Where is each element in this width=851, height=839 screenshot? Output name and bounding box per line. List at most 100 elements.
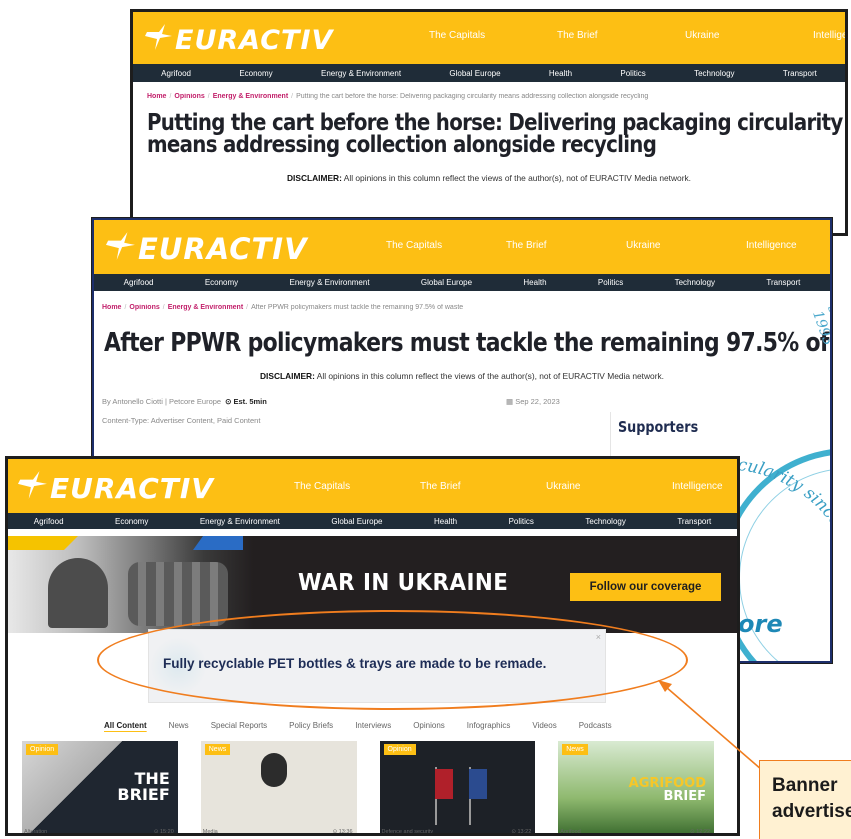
card-time: ⊙ 15:20 [153, 829, 174, 835]
star-icon [18, 470, 48, 506]
nav-technology[interactable]: Technology [675, 278, 715, 287]
annotation-line-2: advertisement [772, 801, 851, 822]
nav-energy[interactable]: Energy & Environment [200, 517, 280, 526]
nav-transport[interactable]: Transport [677, 517, 711, 526]
nav-politics[interactable]: Politics [620, 69, 645, 78]
microphone-image [260, 753, 287, 787]
nav-global-europe[interactable]: Global Europe [331, 517, 382, 526]
top-link-ukraine[interactable]: Ukraine [685, 30, 813, 41]
tab-opinions[interactable]: Opinions [413, 721, 445, 730]
breadcrumb: Home / Opinions / Energy & Environment / After… [102, 304, 464, 311]
nav-health[interactable]: Health [523, 278, 546, 287]
clock-icon: ⊙ [511, 829, 516, 835]
top-links: The Capitals The Brief Ukraine Intellige… [386, 240, 830, 251]
crumb-current: After PPWR policymakers must tackle the … [251, 304, 464, 311]
card-defence[interactable]: Opinion Defence and security ⊙ 13:22 [379, 741, 536, 835]
euractiv-logo[interactable]: EURACTIV [145, 23, 333, 57]
annotation-label: Banner advertisement [759, 760, 851, 839]
nav-health[interactable]: Health [434, 517, 457, 526]
clock-icon: ⊙ [332, 829, 338, 835]
star-icon [145, 23, 173, 57]
clock-icon: ⊙ [690, 829, 695, 835]
star-icon [106, 231, 136, 267]
nav-economy[interactable]: Economy [115, 517, 148, 526]
nav-economy[interactable]: Economy [205, 278, 238, 287]
top-link-intelligence[interactable]: Intelligence [672, 481, 737, 492]
euractiv-logo[interactable]: EURACTIV [106, 231, 308, 267]
card-category: Media [202, 829, 218, 835]
top-link-capitals[interactable]: The Capitals [386, 240, 506, 251]
title-line-1: Putting the cart before the horse: Deliv… [147, 110, 843, 136]
tab-interviews[interactable]: Interviews [355, 721, 391, 730]
top-link-brief[interactable]: The Brief [506, 240, 626, 251]
tab-podcasts[interactable]: Podcasts [579, 721, 612, 730]
crumb-current: Putting the cart before the horse: Deliv… [296, 93, 649, 100]
nav-technology[interactable]: Technology [694, 69, 734, 78]
top-link-ukraine[interactable]: Ukraine [626, 240, 746, 251]
nav-agrifood[interactable]: Agrifood [124, 278, 154, 287]
nav-transport[interactable]: Transport [766, 278, 800, 287]
crumb-energy[interactable]: Energy & Environment [213, 93, 288, 100]
tab-policy-briefs[interactable]: Policy Briefs [289, 721, 333, 730]
tab-all-content[interactable]: All Content [104, 721, 147, 730]
top-link-brief[interactable]: The Brief [420, 481, 546, 492]
nav-global-europe[interactable]: Global Europe [449, 69, 500, 78]
breadcrumb: Home / Opinions / Energy & Environment / Putti… [147, 93, 649, 100]
top-link-ukraine[interactable]: Ukraine [546, 481, 672, 492]
top-links: The Capitals The Brief Ukraine Intellige… [429, 30, 845, 41]
agrifood-brief-logo-text: AGRIFOOD BRIEF [628, 776, 706, 804]
disclaimer-text: All opinions in this column reflect the … [314, 371, 665, 381]
nav-health[interactable]: Health [549, 69, 572, 78]
nav-agrifood[interactable]: Agrifood [34, 517, 64, 526]
top-link-brief[interactable]: The Brief [557, 30, 685, 41]
nav-transport[interactable]: Transport [783, 69, 817, 78]
card-time: ⊙ 12:22 [690, 829, 710, 835]
top-link-intelligence[interactable]: Intelligence [746, 240, 830, 251]
nav-global-europe[interactable]: Global Europe [421, 278, 472, 287]
tab-news[interactable]: News [169, 721, 189, 730]
follow-coverage-button[interactable]: Follow our coverage [570, 573, 721, 601]
publish-date: ▦ Sep 22, 2023 [506, 397, 560, 406]
card-the-brief[interactable]: Opinion THE BRIEF Alteration ⊙ 15:20 [22, 741, 178, 835]
crumb-opinions[interactable]: Opinions [129, 304, 159, 311]
tab-special-reports[interactable]: Special Reports [211, 721, 267, 730]
tab-infographics[interactable]: Infographics [467, 721, 511, 730]
crumb-home[interactable]: Home [147, 93, 166, 100]
crumb-energy[interactable]: Energy & Environment [168, 304, 243, 311]
nav-energy[interactable]: Energy & Environment [321, 69, 401, 78]
card-time: ⊙ 13:22 [511, 829, 532, 835]
nav-technology[interactable]: Technology [585, 517, 625, 526]
byline[interactable]: By Antonello Ciotti | Petcore Europe [102, 397, 221, 406]
card-media[interactable]: News Media ⊙ 13:36 [200, 741, 357, 835]
tab-videos[interactable]: Videos [532, 721, 556, 730]
petcore-wordmark: ore [738, 610, 783, 638]
nav-politics[interactable]: Politics [598, 278, 623, 287]
site-header: EURACTIV The Capitals The Brief Ukraine … [94, 220, 830, 274]
top-link-capitals[interactable]: The Capitals [294, 481, 420, 492]
nav-energy[interactable]: Energy & Environment [290, 278, 370, 287]
flags-image [425, 765, 495, 825]
card-category: Alteration [24, 829, 48, 835]
annotation-line-1: Banner [772, 775, 838, 796]
euractiv-logo[interactable]: EURACTIV [18, 470, 214, 506]
banner-title: WAR IN UKRAINE [298, 570, 509, 596]
highlight-ellipse [97, 610, 688, 710]
top-link-intelligence[interactable]: Intelligence [813, 30, 845, 41]
disclaimer-label: DISCLAIMER: [259, 371, 315, 381]
article-screenshot-1: EURACTIV The Capitals The Brief Ukraine … [131, 10, 847, 235]
article-meta: By Antonello Ciotti | Petcore Europe ⊙ E… [94, 397, 830, 406]
crumb-home[interactable]: Home [102, 304, 121, 311]
supporters-heading: Supporters [618, 418, 699, 436]
content-cards: Opinion THE BRIEF Alteration ⊙ 15:20 News… [22, 741, 737, 835]
content-tabs: All Content News Special Reports Policy … [104, 721, 634, 730]
card-badge: News [562, 744, 588, 755]
top-link-capitals[interactable]: The Capitals [429, 30, 557, 41]
nav-economy[interactable]: Economy [239, 69, 272, 78]
crumb-opinions[interactable]: Opinions [174, 93, 204, 100]
disclaimer-label: DISCLAIMER: [286, 173, 342, 183]
disclaimer: DISCLAIMER: All opinions in this column … [94, 371, 830, 381]
logo-text: EURACTIV [138, 232, 308, 266]
site-header: EURACTIV The Capitals The Brief Ukraine … [133, 12, 845, 64]
nav-politics[interactable]: Politics [509, 517, 534, 526]
nav-agrifood[interactable]: Agrifood [161, 69, 191, 78]
